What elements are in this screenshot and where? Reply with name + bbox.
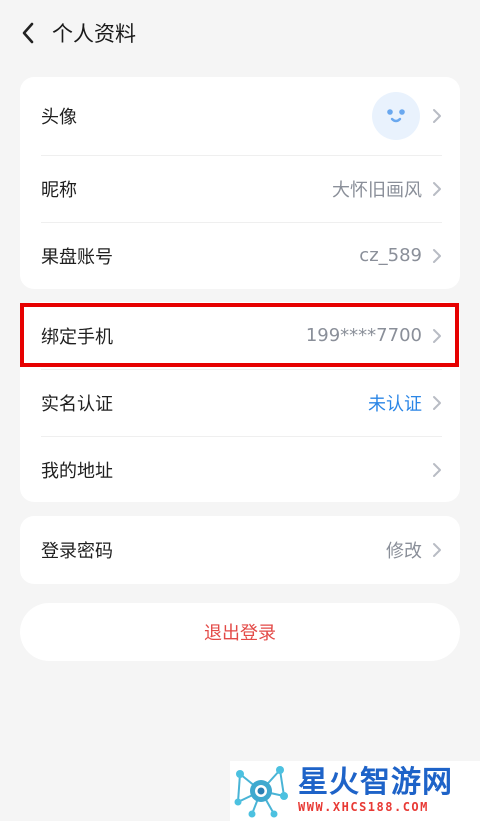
row-label-bind-phone: 绑定手机 <box>41 326 113 348</box>
watermark-url: WWW.XHCS188.COM <box>298 800 429 814</box>
chevron-right-icon <box>433 248 441 263</box>
row-label-nickname: 昵称 <box>41 179 77 201</box>
site-watermark: 星火智游网 WWW.XHCS188.COM <box>230 761 480 821</box>
avatar[interactable] <box>372 92 420 140</box>
avatar-smiley-icon <box>387 109 405 123</box>
password-action: 修改 <box>386 540 422 562</box>
profile-card: 头像 昵称 大怀旧画风 果盘账号 cz_589 <box>20 77 460 289</box>
security-card: 登录密码 修改 <box>20 516 460 584</box>
back-arrow-icon <box>22 22 34 44</box>
row-login-password[interactable]: 登录密码 修改 <box>20 516 460 583</box>
account-card: 绑定手机 199****7700 实名认证 未认证 我的地址 <box>20 302 460 502</box>
chevron-right-icon <box>433 542 441 557</box>
phone-value: 199****7700 <box>305 325 422 346</box>
back-button[interactable] <box>0 0 52 66</box>
account-id-value: cz_589 <box>359 245 422 266</box>
row-my-address[interactable]: 我的地址 <box>20 436 460 502</box>
row-label-real-name: 实名认证 <box>41 393 113 415</box>
row-account-id[interactable]: 果盘账号 cz_589 <box>20 222 460 289</box>
chevron-right-icon <box>433 395 441 410</box>
chevron-right-icon <box>433 109 441 123</box>
network-logo-icon <box>234 766 288 818</box>
chevron-right-icon <box>433 328 441 343</box>
nickname-value: 大怀旧画风 <box>332 179 422 201</box>
row-bind-phone[interactable]: 绑定手机 199****7700 <box>20 302 460 369</box>
row-avatar[interactable]: 头像 <box>20 77 460 155</box>
chevron-right-icon <box>433 462 441 477</box>
chevron-right-icon <box>433 181 441 196</box>
row-label-account-id: 果盘账号 <box>41 246 113 268</box>
real-name-status: 未认证 <box>368 393 422 415</box>
row-nickname[interactable]: 昵称 大怀旧画风 <box>20 155 460 222</box>
row-real-name[interactable]: 实名认证 未认证 <box>20 369 460 436</box>
page-title: 个人资料 <box>52 22 136 46</box>
top-bar: 个人资料 <box>0 0 480 66</box>
row-label-my-address: 我的地址 <box>41 460 113 482</box>
row-label-login-password: 登录密码 <box>41 540 113 562</box>
row-label-avatar: 头像 <box>41 107 77 128</box>
logout-button[interactable]: 退出登录 <box>20 603 460 661</box>
watermark-brand: 星火智游网 <box>298 765 453 800</box>
